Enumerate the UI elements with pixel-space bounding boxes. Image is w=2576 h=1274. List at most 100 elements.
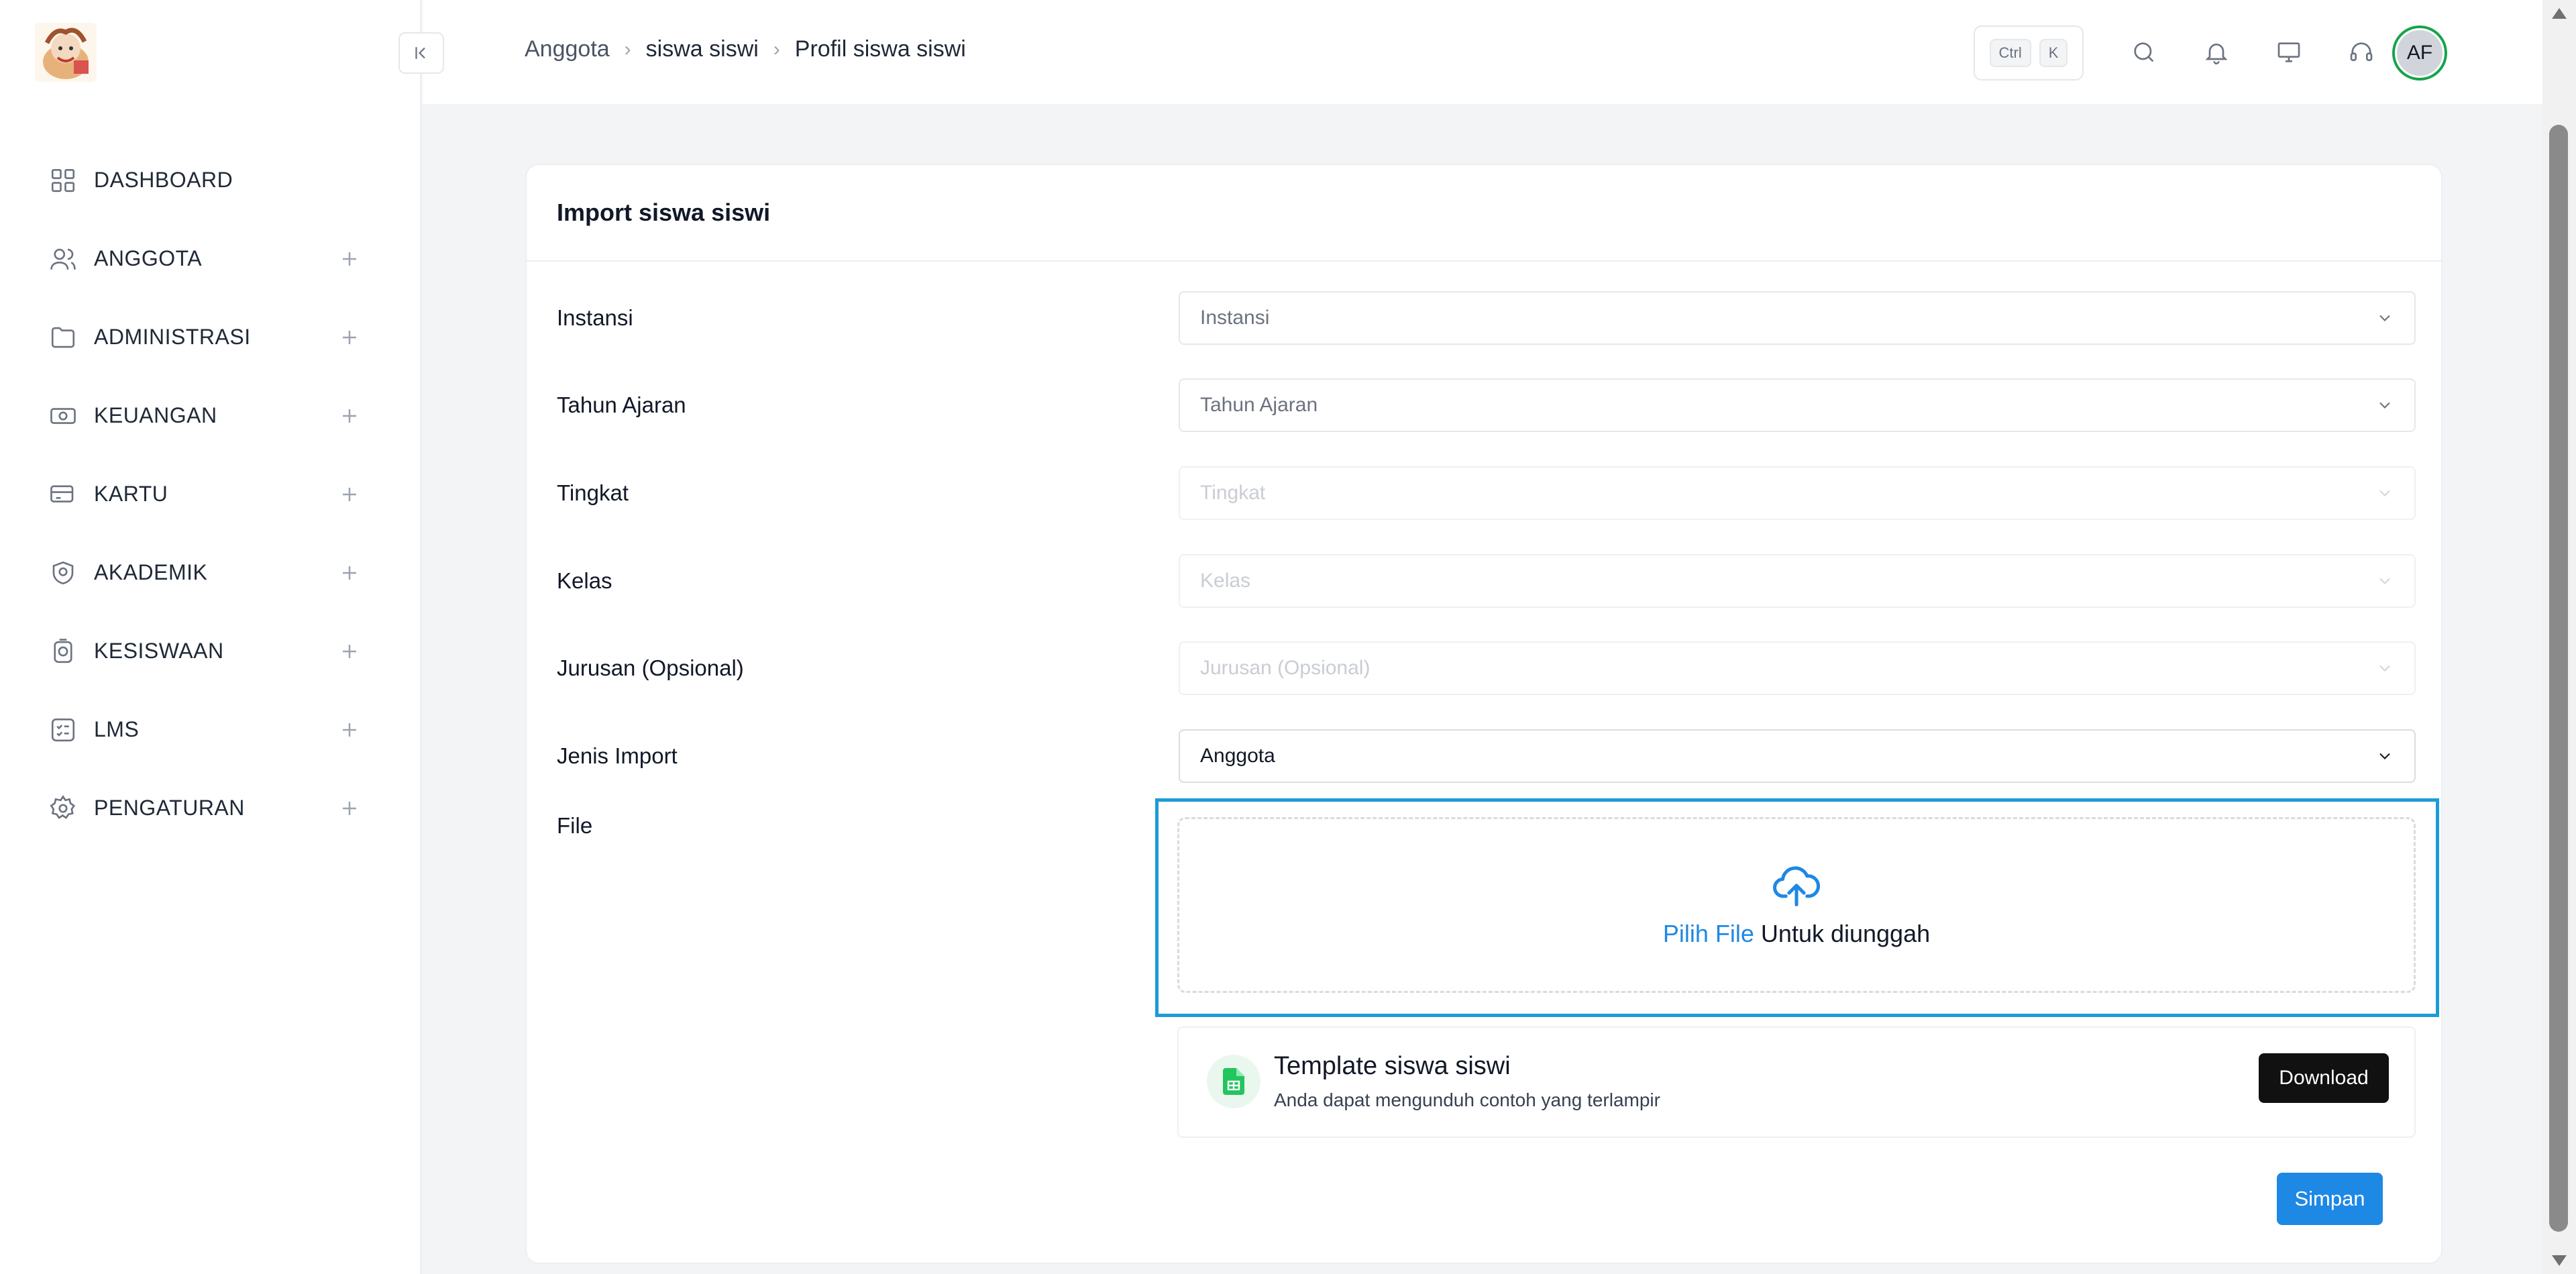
sidebar-item-keuangan[interactable]: KEUANGAN [0,376,421,455]
sidebar-item-label: DASHBOARD [94,168,233,192]
tahun-ajaran-select[interactable]: Tahun Ajaran [1179,378,2416,432]
form-row-jurusan: Jurusan (Opsional) Jurusan (Opsional) [527,641,2444,695]
scroll-down-arrow-icon[interactable] [2552,1255,2567,1266]
badge-icon [48,637,78,666]
file-dropzone[interactable]: Pilih File Untuk diunggah [1177,817,2416,993]
kbd-ctrl: Ctrl [1989,39,2031,67]
jenis-import-select[interactable]: Anggota [1179,729,2416,783]
plus-icon[interactable] [339,641,360,661]
field-label: Jurusan (Opsional) [557,655,744,680]
monitor-icon[interactable] [2271,35,2306,70]
save-button[interactable]: Simpan [2277,1173,2383,1225]
dropzone-text: Pilih File Untuk diunggah [1663,920,1930,948]
form-row-tahun-ajaran: Tahun Ajaran Tahun Ajaran [527,378,2444,432]
bell-icon[interactable] [2199,35,2234,70]
field-label: Tahun Ajaran [557,392,686,417]
select-value: Anggota [1200,745,1275,767]
sidebar-item-anggota[interactable]: ANGGOTA [0,219,421,298]
field-label: Kelas [557,568,612,593]
chevron-down-icon [2379,753,2390,759]
sidebar-item-label: AKADEMIK [94,560,208,584]
dropzone-hint: Untuk diunggah [1760,920,1931,947]
template-description: Anda dapat mengunduh contoh yang terlamp… [1274,1090,1660,1110]
sidebar-item-label: KARTU [94,482,168,506]
sidebar-item-administrasi[interactable]: ADMINISTRASI [0,298,421,376]
breadcrumb-item-current: Profil siswa siswi [794,36,966,62]
choose-file-link[interactable]: Pilih File [1663,920,1754,947]
template-title: Template siswa siswi [1274,1052,1511,1080]
field-label: Tingkat [557,480,629,505]
kelas-select: Kelas [1179,554,2416,608]
folder-icon [48,323,78,352]
form-row-kelas: Kelas Kelas [527,554,2444,608]
sidebar-item-label: KESISWAAN [94,639,224,663]
plus-icon[interactable] [339,484,360,505]
form-row-tingkat: Tingkat Tingkat [527,466,2444,520]
gear-icon [48,794,78,823]
download-button[interactable]: Download [2259,1053,2389,1103]
sidebar-collapse-button[interactable] [398,32,444,74]
avatar-initials: AF [2395,28,2445,78]
form-row-jenis-import: Jenis Import Anggota [527,729,2444,783]
file-label: File [557,813,593,838]
plus-icon[interactable] [339,563,360,583]
scroll-up-arrow-icon[interactable] [2552,8,2567,19]
field-label: Jenis Import [557,743,678,768]
checklist-icon [48,715,78,745]
chevron-down-icon [2379,578,2390,584]
plus-icon[interactable] [339,249,360,269]
template-download-box: Template siswa siswi Anda dapat mengundu… [1177,1026,2416,1138]
select-placeholder: Tingkat [1200,482,1266,504]
sidebar-item-pengaturan[interactable]: PENGATURAN [0,769,421,847]
chevron-right-icon: › [773,38,780,60]
sidebar-item-label: ADMINISTRASI [94,325,251,349]
scrollbar-thumb[interactable] [2549,125,2568,1232]
instansi-select[interactable]: Instansi [1179,291,2416,345]
avatar[interactable]: AF [2392,25,2447,81]
card-icon [48,480,78,509]
page-scrollbar[interactable] [2542,0,2576,1274]
users-icon [48,244,78,274]
plus-icon[interactable] [339,406,360,426]
app-logo[interactable] [35,23,97,82]
top-header: Anggota › siswa siswi › Profil siswa sis… [423,0,2542,104]
plus-icon[interactable] [339,327,360,348]
sidebar: DASHBOARD ANGGOTA ADMINISTRASI KEUANGAN … [0,0,421,1274]
sidebar-item-label: ANGGOTA [94,246,203,270]
page-title: Import siswa siswi [557,199,771,226]
select-placeholder: Instansi [1200,307,1270,329]
sidebar-item-lms[interactable]: LMS [0,690,421,769]
academic-icon [48,558,78,588]
headset-icon[interactable] [2344,35,2379,70]
breadcrumb-item-siswa-siswi[interactable]: siswa siswi [646,36,759,62]
import-card: Import siswa siswi Instansi Instansi Tah… [525,164,2443,1264]
search-icon[interactable] [2127,35,2161,70]
form-row-instansi: Instansi Instansi [527,291,2444,345]
sidebar-item-akademik[interactable]: AKADEMIK [0,533,421,612]
sidebar-item-label: LMS [94,717,140,741]
cash-icon [48,401,78,431]
spreadsheet-file-icon [1207,1055,1260,1108]
collapse-left-icon [415,47,425,59]
grid-icon [48,166,78,195]
select-placeholder: Jurusan (Opsional) [1200,657,1371,679]
breadcrumb: Anggota › siswa siswi › Profil siswa sis… [525,36,966,62]
sidebar-item-dashboard[interactable]: DASHBOARD [0,141,421,219]
plus-icon[interactable] [339,798,360,818]
field-label: Instansi [557,305,633,330]
chevron-down-icon [2379,490,2390,496]
tingkat-select: Tingkat [1179,466,2416,520]
command-palette-shortcut[interactable]: Ctrl K [1974,25,2084,81]
sidebar-item-kesiswaan[interactable]: KESISWAAN [0,612,421,690]
jurusan-select: Jurusan (Opsional) [1179,641,2416,695]
chevron-down-icon [2379,315,2390,321]
card-header: Import siswa siswi [527,165,2441,262]
sidebar-item-label: PENGATURAN [94,796,245,820]
select-placeholder: Kelas [1200,570,1251,592]
breadcrumb-item-anggota[interactable]: Anggota [525,36,610,62]
kbd-k: K [2039,39,2068,67]
sidebar-item-kartu[interactable]: KARTU [0,455,421,533]
chevron-right-icon: › [624,38,631,60]
plus-icon[interactable] [339,720,360,740]
select-placeholder: Tahun Ajaran [1200,394,1318,416]
